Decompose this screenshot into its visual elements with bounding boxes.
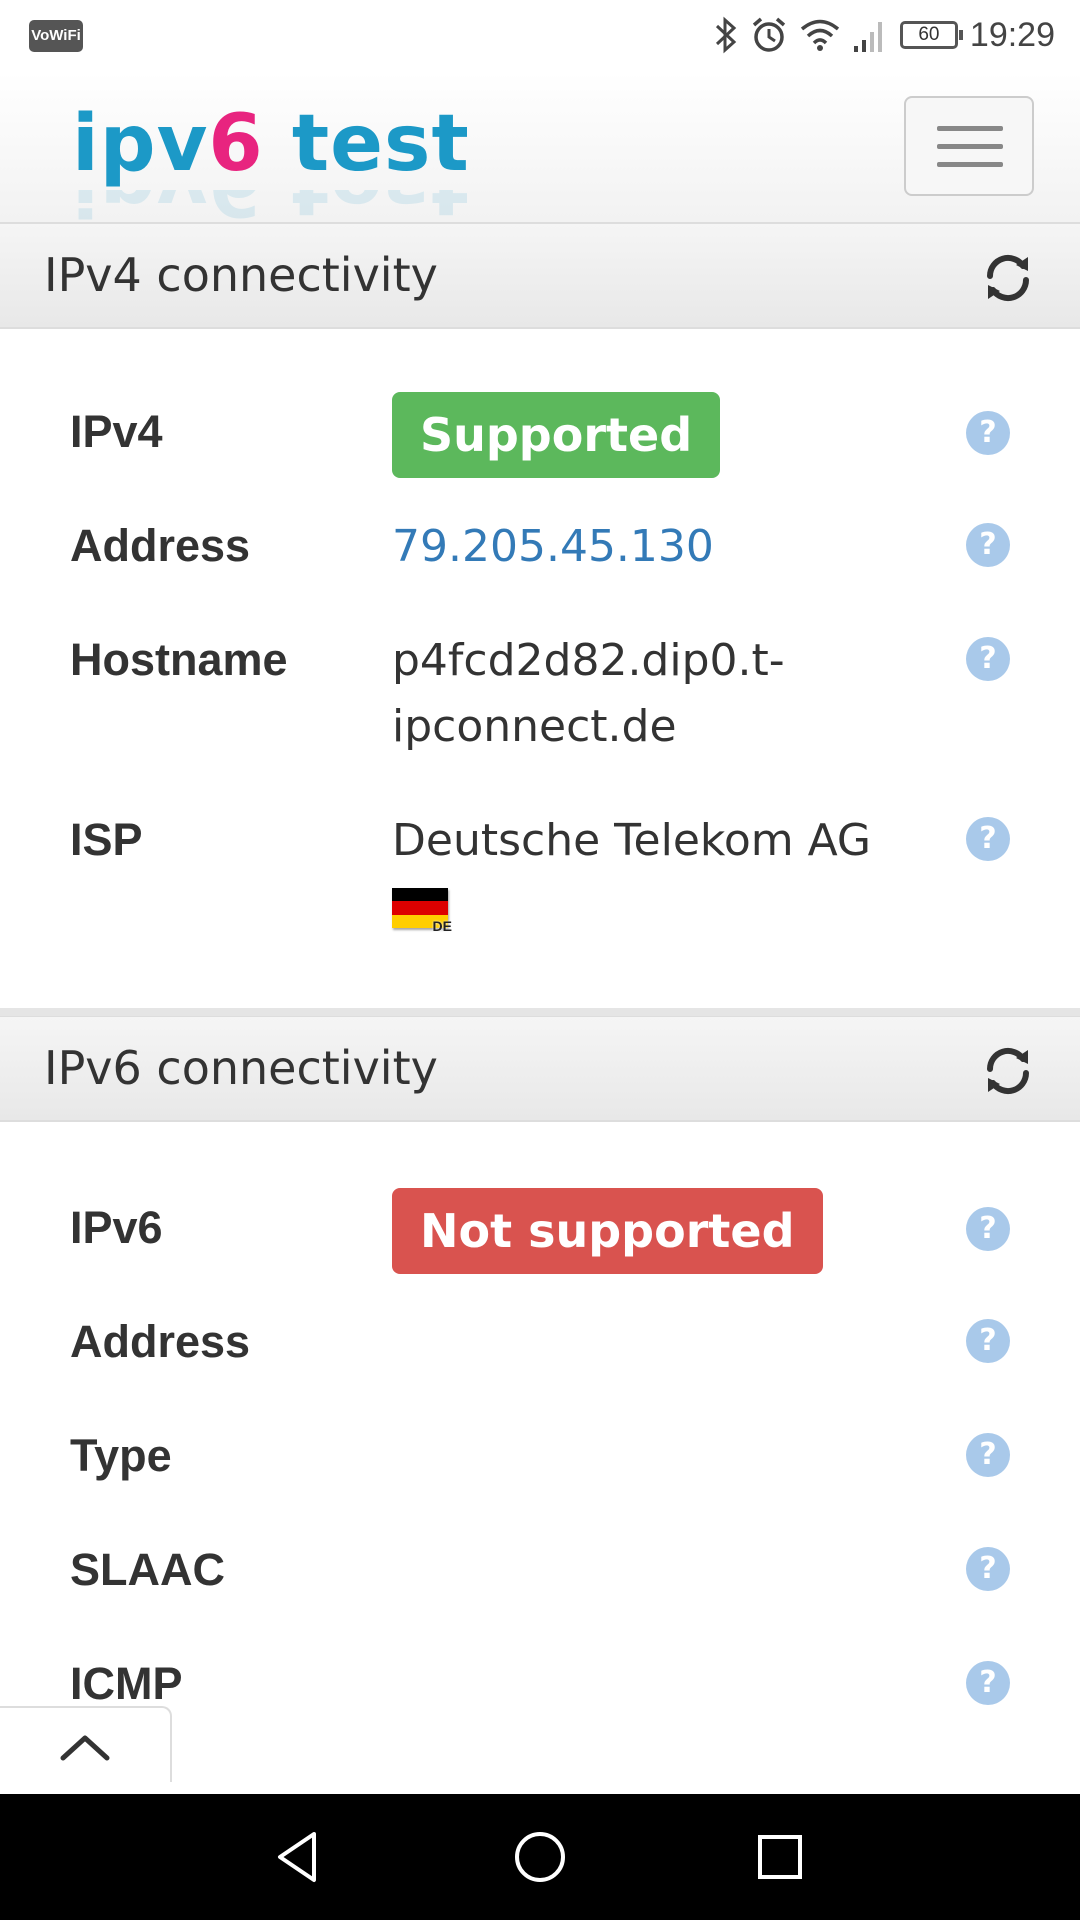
hamburger-icon-bar — [937, 126, 1003, 131]
clock: 19:29 — [969, 15, 1055, 54]
ipv4-address-link[interactable]: 79.205.45.130 — [392, 514, 892, 580]
chevron-up-icon — [60, 1735, 110, 1761]
status-badge-supported: Supported — [392, 392, 721, 478]
help-icon[interactable]: ? — [966, 411, 1010, 455]
system-navigation-bar — [0, 1794, 1080, 1920]
battery-icon: 60 — [899, 21, 963, 49]
logo-text-test: test — [263, 99, 470, 189]
flag-country-code: DE — [432, 918, 452, 934]
help-icon[interactable]: ? — [966, 817, 1010, 861]
row-label: Address — [70, 1316, 251, 1367]
row-label: SLAAC — [70, 1544, 225, 1595]
site-logo[interactable]: ipv6 test — [72, 100, 470, 188]
hostname-value-line1: p4fcd2d82.dip0.t- — [392, 635, 785, 686]
hostname-value-line2: ipconnect.de — [392, 701, 677, 752]
help-icon[interactable]: ? — [966, 1433, 1010, 1477]
status-icons: 60 19:29 — [714, 10, 1055, 60]
row-label: Hostname — [70, 634, 288, 685]
ipv6-panel-header: IPv6 connectivity — [0, 1016, 1080, 1122]
ipv4-panel-header: IPv4 connectivity — [0, 223, 1080, 329]
home-icon[interactable] — [505, 1824, 575, 1890]
row-label: IPv4 — [70, 406, 163, 457]
help-icon[interactable]: ? — [966, 1207, 1010, 1251]
wifi-icon — [800, 19, 840, 51]
row-label: ISP — [70, 814, 143, 865]
status-badge-not-supported: Not supported — [392, 1188, 823, 1274]
scroll-to-top-button[interactable] — [0, 1706, 172, 1782]
refresh-icon[interactable] — [980, 250, 1036, 306]
help-icon[interactable]: ? — [966, 523, 1010, 567]
menu-toggle-button[interactable] — [904, 96, 1034, 196]
ipv4-panel-title: IPv4 connectivity — [44, 248, 438, 302]
row-label: Address — [70, 520, 251, 571]
hamburger-icon-bar — [937, 144, 1003, 149]
bluetooth-icon — [715, 16, 737, 54]
hamburger-icon-bar — [937, 162, 1003, 167]
help-icon[interactable]: ? — [966, 1319, 1010, 1363]
alarm-icon — [752, 17, 786, 52]
isp-value: Deutsche Telekom AG — [392, 815, 872, 866]
help-icon[interactable]: ? — [966, 637, 1010, 681]
row-label: ICMP — [70, 1658, 183, 1709]
recent-apps-icon[interactable] — [745, 1824, 815, 1890]
logo-text-6: 6 — [208, 99, 264, 189]
row-label: IPv6 — [70, 1202, 163, 1253]
panel-separator — [0, 1008, 1080, 1016]
vowifi-badge: VoWiFi — [29, 20, 83, 52]
help-icon[interactable]: ? — [966, 1661, 1010, 1705]
row-label: Type — [70, 1430, 172, 1481]
back-icon[interactable] — [266, 1824, 336, 1890]
ipv6-panel-title: IPv6 connectivity — [44, 1041, 438, 1095]
refresh-icon[interactable] — [980, 1043, 1036, 1099]
status-bar: VoWiFi 60 19:29 — [0, 0, 1080, 72]
help-icon[interactable]: ? — [966, 1547, 1010, 1591]
logo-text-ipv: ipv — [72, 99, 209, 189]
germany-flag-icon: DE — [392, 888, 452, 934]
signal-icon — [853, 22, 882, 52]
